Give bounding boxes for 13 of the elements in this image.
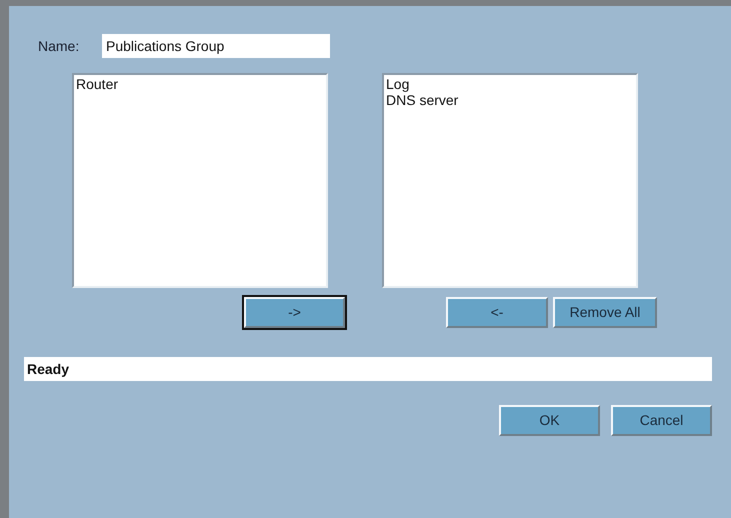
dialog-button[interactable]: Cancel	[611, 405, 712, 436]
name-field[interactable]: Publications Group	[102, 34, 330, 58]
status-bar: Ready	[24, 357, 712, 381]
transfer-button[interactable]: ->	[244, 297, 345, 328]
list-box[interactable]: Log DNS server	[382, 73, 638, 288]
transfer-button[interactable]: <-	[446, 297, 548, 328]
transfer-button[interactable]: Remove All	[553, 297, 657, 328]
list-box[interactable]: Router	[72, 73, 328, 288]
dialog-button[interactable]: OK	[499, 405, 600, 436]
list-item[interactable]: Log	[386, 76, 410, 92]
list-item[interactable]: Router	[76, 76, 118, 92]
name-label: Name:	[38, 36, 80, 56]
list-item[interactable]: DNS server	[386, 92, 458, 108]
